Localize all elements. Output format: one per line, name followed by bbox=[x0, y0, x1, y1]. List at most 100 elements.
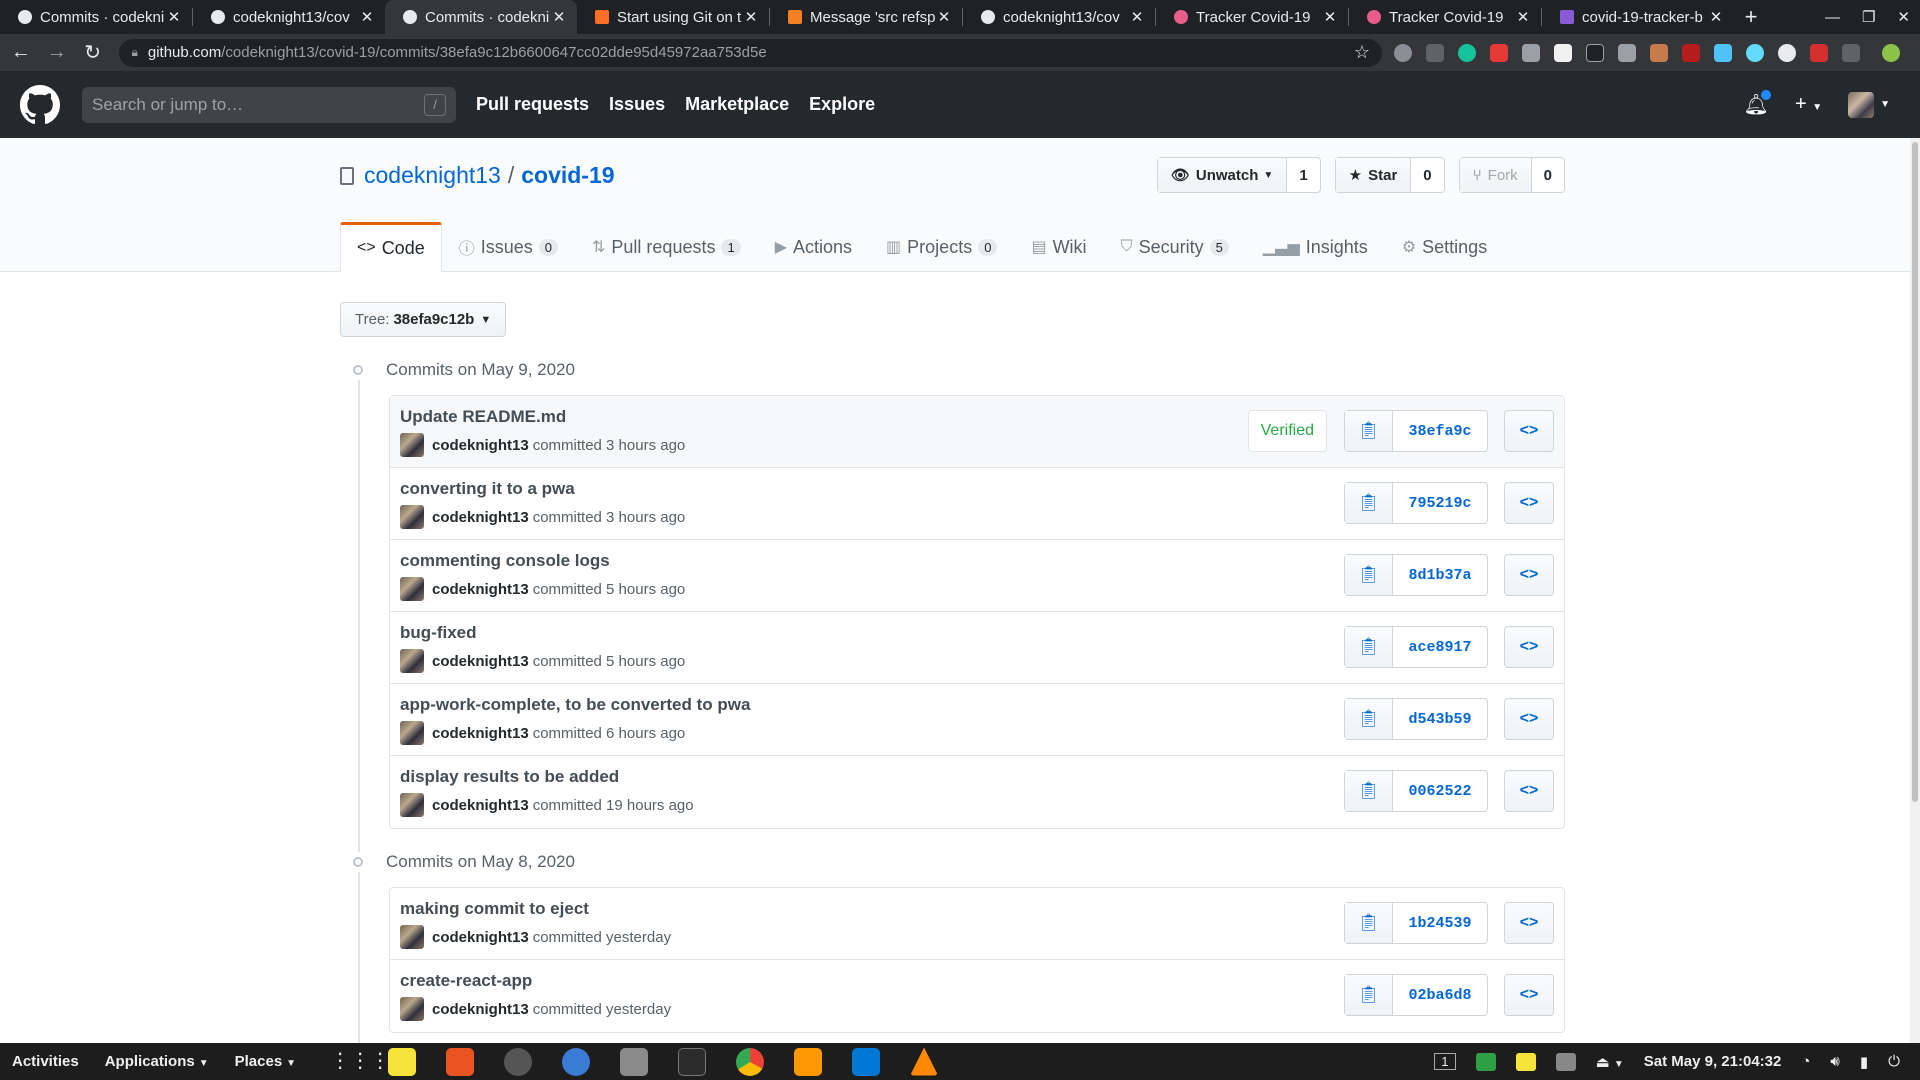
commit-sha-link[interactable]: ace8917 bbox=[1393, 627, 1487, 667]
vscode-app-icon[interactable] bbox=[852, 1047, 881, 1076]
browse-files-button[interactable]: <> bbox=[1504, 974, 1554, 1016]
applications-menu[interactable]: Applications ▼ bbox=[105, 1053, 209, 1070]
maximize-icon[interactable]: ❐ bbox=[1862, 8, 1875, 26]
browser-tab[interactable]: covid-19-tracker-b ✕ bbox=[1542, 0, 1734, 34]
commit-message-link[interactable]: converting it to a pwa bbox=[400, 479, 575, 499]
extension-icon[interactable] bbox=[1714, 43, 1733, 62]
chrome-app-icon[interactable] bbox=[736, 1047, 765, 1076]
nav-explore[interactable]: Explore bbox=[809, 94, 875, 115]
browser-menu-icon[interactable]: ⋮ bbox=[1914, 44, 1920, 63]
extension-icon[interactable] bbox=[1554, 43, 1573, 62]
browse-files-button[interactable]: <> bbox=[1504, 770, 1554, 812]
commit-message-link[interactable]: create-react-app bbox=[400, 971, 532, 991]
tab-issues[interactable]: ⓘ Issues 0 bbox=[442, 222, 575, 272]
extension-icon[interactable] bbox=[1842, 43, 1861, 62]
extension-icon[interactable] bbox=[1650, 43, 1669, 62]
commit-message-link[interactable]: app-work-complete, to be converted to pw… bbox=[400, 695, 750, 715]
browser-tab[interactable]: Message 'src refsp ✕ bbox=[770, 0, 962, 34]
close-icon[interactable]: ✕ bbox=[1708, 8, 1724, 26]
terminal-app-icon[interactable] bbox=[678, 1047, 707, 1076]
close-icon[interactable]: ✕ bbox=[936, 8, 952, 26]
avatar[interactable] bbox=[400, 433, 424, 457]
wifi-icon[interactable]: ◔ bbox=[1801, 1053, 1810, 1070]
commit-sha-link[interactable]: 0062522 bbox=[1393, 771, 1487, 811]
commit-author-link[interactable]: codeknight13 bbox=[432, 437, 529, 454]
browser-tab[interactable]: Commits · codekni ✕ bbox=[0, 0, 192, 34]
vlc-app-icon[interactable] bbox=[910, 1047, 939, 1076]
browser-tab-active[interactable]: Commits · codekni ✕ bbox=[385, 0, 577, 34]
close-icon[interactable]: ✕ bbox=[1129, 8, 1145, 26]
nav-pull-requests[interactable]: Pull requests bbox=[476, 94, 589, 115]
files-app-icon[interactable] bbox=[620, 1047, 649, 1076]
commit-sha-link[interactable]: 38efa9c bbox=[1393, 411, 1487, 451]
commit-author-link[interactable]: codeknight13 bbox=[432, 725, 529, 742]
fork-button[interactable]: ⑂ Fork bbox=[1459, 158, 1532, 192]
new-tab-button[interactable]: + bbox=[1734, 0, 1768, 34]
close-icon[interactable]: ✕ bbox=[1322, 8, 1338, 26]
forward-icon[interactable]: → bbox=[42, 38, 72, 68]
tab-pull-requests[interactable]: ⇅ Pull requests 1 bbox=[575, 222, 758, 272]
browser-tab[interactable]: Tracker Covid-19 ✕ bbox=[1349, 0, 1541, 34]
browse-files-button[interactable]: <> bbox=[1504, 698, 1554, 740]
back-icon[interactable]: ← bbox=[6, 38, 36, 68]
tree-selector-button[interactable]: Tree: 38efa9c12b ▼ bbox=[340, 302, 507, 337]
extension-icon[interactable] bbox=[1810, 43, 1829, 62]
extension-icon[interactable] bbox=[1618, 43, 1637, 62]
tab-security[interactable]: ⛉ Security 5 bbox=[1104, 222, 1246, 272]
commit-author-link[interactable]: codeknight13 bbox=[432, 509, 529, 526]
tab-actions[interactable]: ▶ Actions bbox=[758, 222, 869, 272]
close-icon[interactable]: ✕ bbox=[166, 8, 182, 26]
user-menu-dropdown[interactable]: ▼ bbox=[1848, 91, 1890, 118]
stargazers-count[interactable]: 0 bbox=[1411, 158, 1443, 192]
commit-message-link[interactable]: making commit to eject bbox=[400, 899, 589, 919]
extension-icon[interactable] bbox=[1426, 43, 1445, 62]
volume-icon[interactable]: 🔊︎ bbox=[1830, 1053, 1839, 1070]
browse-files-button[interactable]: <> bbox=[1504, 410, 1554, 452]
commit-author-link[interactable]: codeknight13 bbox=[432, 1001, 529, 1018]
bookmark-star-icon[interactable]: ☆ bbox=[1354, 42, 1370, 63]
reload-icon[interactable]: ↻ bbox=[78, 38, 108, 68]
commit-message-link[interactable]: Update README.md bbox=[400, 407, 566, 427]
avatar[interactable] bbox=[400, 649, 424, 673]
grammarly-icon[interactable] bbox=[1458, 43, 1477, 62]
commit-sha-link[interactable]: 8d1b37a bbox=[1393, 555, 1487, 595]
search-input[interactable] bbox=[92, 94, 424, 115]
browse-files-button[interactable]: <> bbox=[1504, 626, 1554, 668]
tab-insights[interactable]: ▁▃▅ Insights bbox=[1246, 222, 1385, 272]
star-button[interactable]: ★ Star bbox=[1335, 158, 1412, 192]
commit-sha-link[interactable]: 02ba6d8 bbox=[1393, 975, 1487, 1015]
unwatch-button[interactable]: 👁︎ Unwatch ▼ bbox=[1157, 158, 1288, 192]
close-icon[interactable]: ✕ bbox=[359, 8, 375, 26]
avatar[interactable] bbox=[400, 577, 424, 601]
browser-tab[interactable]: codeknight13/cov ✕ bbox=[963, 0, 1155, 34]
clock[interactable]: Sat May 9, 21:04:32 bbox=[1644, 1053, 1782, 1070]
commit-sha-link[interactable]: 1b24539 bbox=[1393, 903, 1487, 943]
profile-avatar-icon[interactable] bbox=[1882, 43, 1901, 62]
browse-files-button[interactable]: <> bbox=[1504, 902, 1554, 944]
close-icon[interactable]: ✕ bbox=[1515, 8, 1531, 26]
tab-settings[interactable]: ⚙ Settings bbox=[1385, 222, 1504, 272]
places-menu[interactable]: Places ▼ bbox=[235, 1053, 296, 1070]
forks-count[interactable]: 0 bbox=[1532, 158, 1564, 192]
tab-wiki[interactable]: ▤ Wiki bbox=[1014, 222, 1103, 272]
qbittorrent-app-icon[interactable] bbox=[562, 1047, 591, 1076]
extension-icon[interactable] bbox=[1394, 43, 1413, 62]
battery-icon[interactable]: ▮ bbox=[1860, 1053, 1868, 1071]
github-logo-icon[interactable] bbox=[20, 84, 60, 125]
copy-sha-button[interactable]: 📋︎ bbox=[1345, 555, 1393, 595]
commit-author-link[interactable]: codeknight13 bbox=[432, 797, 529, 814]
copy-sha-button[interactable]: 📋︎ bbox=[1345, 975, 1393, 1015]
notes-app-icon[interactable] bbox=[388, 1047, 417, 1076]
shield-icon[interactable] bbox=[1475, 1052, 1496, 1071]
browser-tab[interactable]: Tracker Covid-19 ✕ bbox=[1156, 0, 1348, 34]
nav-issues[interactable]: Issues bbox=[609, 94, 665, 115]
updater-app-icon[interactable] bbox=[504, 1047, 533, 1076]
extension-icon[interactable] bbox=[1490, 43, 1509, 62]
tab-code[interactable]: <> Code bbox=[340, 222, 442, 272]
workspace-indicator[interactable]: 1 bbox=[1434, 1053, 1456, 1070]
close-icon[interactable]: ✕ bbox=[551, 8, 567, 26]
notification-bell-icon[interactable]: 🔔︎ bbox=[1744, 88, 1774, 117]
repo-owner-link[interactable]: codeknight13 bbox=[364, 162, 501, 189]
copy-sha-button[interactable]: 📋︎ bbox=[1345, 411, 1393, 451]
close-window-icon[interactable]: ✕ bbox=[1897, 8, 1910, 26]
